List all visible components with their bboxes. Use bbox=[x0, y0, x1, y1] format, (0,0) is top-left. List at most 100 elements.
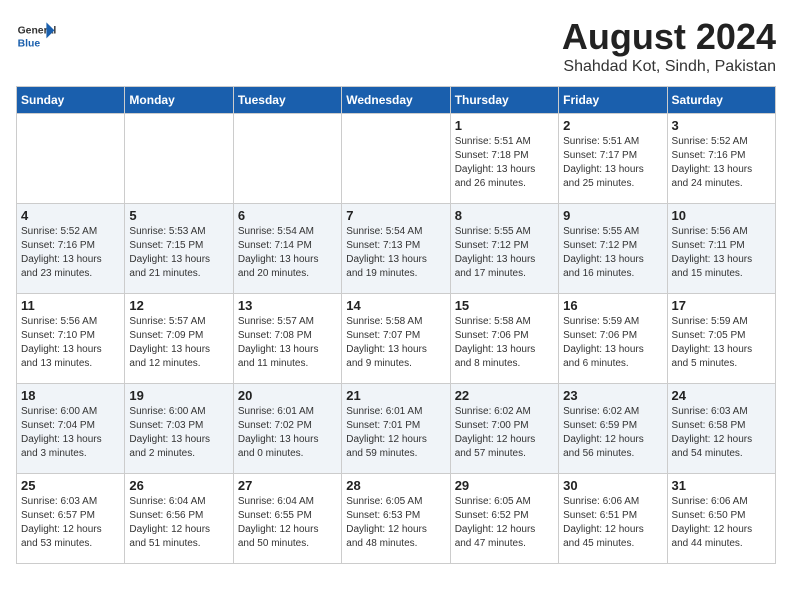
table-row: 17Sunrise: 5:59 AM Sunset: 7:05 PM Dayli… bbox=[667, 294, 775, 384]
day-number: 31 bbox=[672, 478, 771, 493]
header-thursday: Thursday bbox=[450, 87, 558, 114]
table-row: 2Sunrise: 5:51 AM Sunset: 7:17 PM Daylig… bbox=[559, 114, 667, 204]
page-header: General Blue August 2024 Shahdad Kot, Si… bbox=[16, 16, 776, 76]
day-number: 14 bbox=[346, 298, 445, 313]
location-subtitle: Shahdad Kot, Sindh, Pakistan bbox=[562, 58, 776, 76]
day-number: 26 bbox=[129, 478, 228, 493]
table-row: 14 Sunrise: 5:58 AM Sunset: 7:07 PM Dayli… bbox=[342, 294, 450, 384]
day-number: 21 bbox=[346, 388, 445, 403]
table-row: 21 Sunrise: 6:01 AM Sunset: 7:01 PM Dayli… bbox=[342, 384, 450, 474]
header-wednesday: Wednesday bbox=[342, 87, 450, 114]
day-info: Sunrise: 5:51 AM Sunset: 7:18 PM Dayligh… bbox=[455, 135, 554, 191]
day-info: Sunrise: 5:56 AM Sunset: 7:11 PM Dayligh… bbox=[672, 225, 771, 281]
day-info: Sunrise: 5:55 AM Sunset: 7:12 PM Dayligh… bbox=[455, 225, 554, 281]
day-number: 15 bbox=[455, 298, 554, 313]
day-info: Sunrise: 6:02 AM Sunset: 7:00 PM Dayligh… bbox=[455, 405, 554, 461]
table-row bbox=[125, 114, 233, 204]
table-row: 27 Sunrise: 6:04 AM Sunset: 6:55 PM Dayli… bbox=[233, 474, 341, 564]
calendar-week-row: 1Sunrise: 5:51 AM Sunset: 7:18 PM Daylig… bbox=[17, 114, 776, 204]
day-number: 22 bbox=[455, 388, 554, 403]
day-info: Sunrise: 6:03 AM Sunset: 6:58 PM Dayligh… bbox=[672, 405, 771, 461]
table-row: 28 Sunrise: 6:05 AM Sunset: 6:53 PM Dayli… bbox=[342, 474, 450, 564]
day-number: 2 bbox=[563, 118, 662, 133]
calendar-week-row: 11 Sunrise: 5:56 AM Sunset: 7:10 PM Dayli… bbox=[17, 294, 776, 384]
table-row: 31Sunrise: 6:06 AM Sunset: 6:50 PM Dayli… bbox=[667, 474, 775, 564]
day-number: 23 bbox=[563, 388, 662, 403]
table-row: 15Sunrise: 5:58 AM Sunset: 7:06 PM Dayli… bbox=[450, 294, 558, 384]
table-row: 8 Sunrise: 5:55 AM Sunset: 7:12 PM Daylig… bbox=[450, 204, 558, 294]
table-row: 16 Sunrise: 5:59 AM Sunset: 7:06 PM Dayli… bbox=[559, 294, 667, 384]
calendar-table: Sunday Monday Tuesday Wednesday Thursday… bbox=[16, 86, 776, 564]
day-info: Sunrise: 6:02 AM Sunset: 6:59 PM Dayligh… bbox=[563, 405, 662, 461]
day-number: 25 bbox=[21, 478, 120, 493]
day-number: 12 bbox=[129, 298, 228, 313]
day-number: 5 bbox=[129, 208, 228, 223]
day-number: 8 bbox=[455, 208, 554, 223]
day-info: Sunrise: 5:57 AM Sunset: 7:09 PM Dayligh… bbox=[129, 315, 228, 371]
day-number: 13 bbox=[238, 298, 337, 313]
day-info: Sunrise: 5:54 AM Sunset: 7:14 PM Dayligh… bbox=[238, 225, 337, 281]
day-info: Sunrise: 5:59 AM Sunset: 7:06 PM Dayligh… bbox=[563, 315, 662, 371]
header-friday: Friday bbox=[559, 87, 667, 114]
table-row: 20 Sunrise: 6:01 AM Sunset: 7:02 PM Dayli… bbox=[233, 384, 341, 474]
table-row: 24 Sunrise: 6:03 AM Sunset: 6:58 PM Dayli… bbox=[667, 384, 775, 474]
day-number: 27 bbox=[238, 478, 337, 493]
day-info: Sunrise: 6:05 AM Sunset: 6:52 PM Dayligh… bbox=[455, 495, 554, 551]
day-number: 29 bbox=[455, 478, 554, 493]
calendar-week-row: 4 Sunrise: 5:52 AM Sunset: 7:16 PM Daylig… bbox=[17, 204, 776, 294]
day-info: Sunrise: 6:00 AM Sunset: 7:04 PM Dayligh… bbox=[21, 405, 120, 461]
day-number: 28 bbox=[346, 478, 445, 493]
day-info: Sunrise: 5:55 AM Sunset: 7:12 PM Dayligh… bbox=[563, 225, 662, 281]
day-number: 3 bbox=[672, 118, 771, 133]
day-info: Sunrise: 5:58 AM Sunset: 7:07 PM Dayligh… bbox=[346, 315, 445, 371]
table-row: 22 Sunrise: 6:02 AM Sunset: 7:00 PM Dayli… bbox=[450, 384, 558, 474]
table-row: 6Sunrise: 5:54 AM Sunset: 7:14 PM Daylig… bbox=[233, 204, 341, 294]
day-number: 18 bbox=[21, 388, 120, 403]
day-info: Sunrise: 6:06 AM Sunset: 6:51 PM Dayligh… bbox=[563, 495, 662, 551]
day-number: 30 bbox=[563, 478, 662, 493]
header-tuesday: Tuesday bbox=[233, 87, 341, 114]
table-row: 10 Sunrise: 5:56 AM Sunset: 7:11 PM Dayli… bbox=[667, 204, 775, 294]
day-info: Sunrise: 5:54 AM Sunset: 7:13 PM Dayligh… bbox=[346, 225, 445, 281]
table-row: 7Sunrise: 5:54 AM Sunset: 7:13 PM Daylig… bbox=[342, 204, 450, 294]
header-saturday: Saturday bbox=[667, 87, 775, 114]
day-info: Sunrise: 6:05 AM Sunset: 6:53 PM Dayligh… bbox=[346, 495, 445, 551]
table-row: 18 Sunrise: 6:00 AM Sunset: 7:04 PM Dayli… bbox=[17, 384, 125, 474]
day-info: Sunrise: 6:04 AM Sunset: 6:56 PM Dayligh… bbox=[129, 495, 228, 551]
table-row: 13 Sunrise: 5:57 AM Sunset: 7:08 PM Dayli… bbox=[233, 294, 341, 384]
table-row: 26 Sunrise: 6:04 AM Sunset: 6:56 PM Dayli… bbox=[125, 474, 233, 564]
day-number: 4 bbox=[21, 208, 120, 223]
table-row: 19 Sunrise: 6:00 AM Sunset: 7:03 PM Dayli… bbox=[125, 384, 233, 474]
table-row bbox=[342, 114, 450, 204]
day-info: Sunrise: 5:52 AM Sunset: 7:16 PM Dayligh… bbox=[21, 225, 120, 281]
day-info: Sunrise: 6:00 AM Sunset: 7:03 PM Dayligh… bbox=[129, 405, 228, 461]
day-number: 16 bbox=[563, 298, 662, 313]
day-number: 11 bbox=[21, 298, 120, 313]
calendar-week-row: 18 Sunrise: 6:00 AM Sunset: 7:04 PM Dayli… bbox=[17, 384, 776, 474]
table-row: 23 Sunrise: 6:02 AM Sunset: 6:59 PM Dayli… bbox=[559, 384, 667, 474]
svg-text:Blue: Blue bbox=[18, 38, 41, 49]
day-number: 17 bbox=[672, 298, 771, 313]
table-row: 5 Sunrise: 5:53 AM Sunset: 7:15 PM Daylig… bbox=[125, 204, 233, 294]
day-number: 10 bbox=[672, 208, 771, 223]
day-number: 19 bbox=[129, 388, 228, 403]
title-block: August 2024 Shahdad Kot, Sindh, Pakistan bbox=[562, 16, 776, 76]
day-info: Sunrise: 6:01 AM Sunset: 7:01 PM Dayligh… bbox=[346, 405, 445, 461]
day-info: Sunrise: 6:01 AM Sunset: 7:02 PM Dayligh… bbox=[238, 405, 337, 461]
table-row: 29 Sunrise: 6:05 AM Sunset: 6:52 PM Dayli… bbox=[450, 474, 558, 564]
calendar-week-row: 25 Sunrise: 6:03 AM Sunset: 6:57 PM Dayli… bbox=[17, 474, 776, 564]
header-monday: Monday bbox=[125, 87, 233, 114]
day-info: Sunrise: 6:04 AM Sunset: 6:55 PM Dayligh… bbox=[238, 495, 337, 551]
table-row: 12 Sunrise: 5:57 AM Sunset: 7:09 PM Dayli… bbox=[125, 294, 233, 384]
day-info: Sunrise: 5:56 AM Sunset: 7:10 PM Dayligh… bbox=[21, 315, 120, 371]
day-info: Sunrise: 6:03 AM Sunset: 6:57 PM Dayligh… bbox=[21, 495, 120, 551]
day-info: Sunrise: 5:57 AM Sunset: 7:08 PM Dayligh… bbox=[238, 315, 337, 371]
table-row: 4 Sunrise: 5:52 AM Sunset: 7:16 PM Daylig… bbox=[17, 204, 125, 294]
day-info: Sunrise: 5:53 AM Sunset: 7:15 PM Dayligh… bbox=[129, 225, 228, 281]
table-row bbox=[233, 114, 341, 204]
day-number: 20 bbox=[238, 388, 337, 403]
day-number: 9 bbox=[563, 208, 662, 223]
logo: General Blue bbox=[16, 16, 60, 56]
header-sunday: Sunday bbox=[17, 87, 125, 114]
day-number: 24 bbox=[672, 388, 771, 403]
